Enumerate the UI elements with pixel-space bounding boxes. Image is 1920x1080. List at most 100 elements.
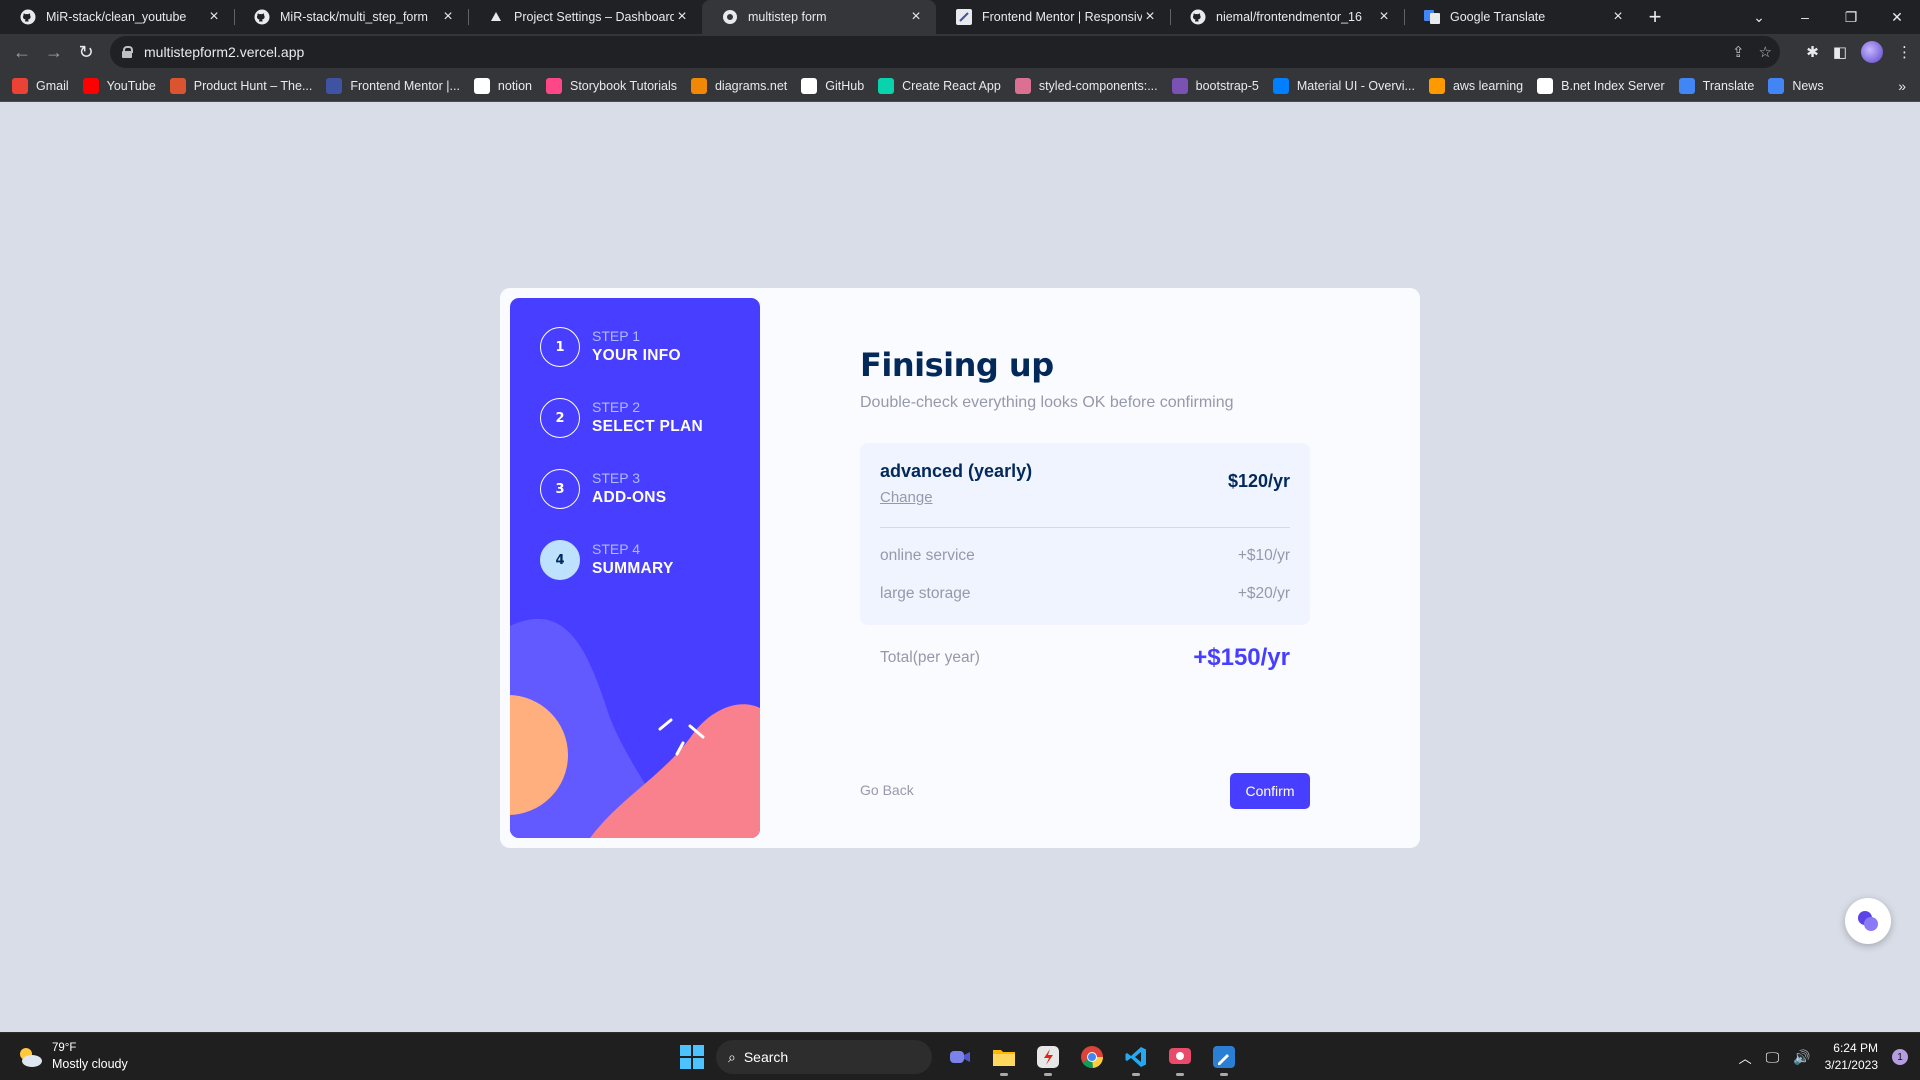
browser-tab[interactable]: niemal/frontendmentor_16 ×	[1170, 0, 1404, 34]
menu-icon[interactable]: ⋮	[1897, 43, 1912, 61]
step-1[interactable]: 1 STEP 1 YOUR INFO	[540, 327, 681, 367]
tab-search-icon[interactable]: ⌄	[1736, 9, 1782, 26]
close-icon[interactable]: ×	[206, 8, 222, 26]
show-hidden-icons-icon[interactable]: ︿	[1739, 1048, 1752, 1067]
file-explorer-icon[interactable]	[988, 1041, 1020, 1076]
github-icon	[20, 9, 36, 25]
browser-tab[interactable]: Frontend Mentor | Responsive in ×	[936, 0, 1170, 34]
close-icon[interactable]: ×	[674, 8, 690, 26]
bookmark-favicon-icon	[326, 77, 343, 94]
bookmark-item[interactable]: aws learning	[1428, 77, 1524, 94]
back-icon[interactable]: ←	[6, 42, 38, 63]
bookmark-item[interactable]: Gmail	[12, 77, 69, 94]
step-2[interactable]: 2 STEP 2 SELECT PLAN	[540, 398, 703, 438]
clock-time: 6:24 PM	[1833, 1041, 1878, 1055]
form-card: 1 STEP 1 YOUR INFO 2 STEP 2 SELECT PLAN …	[500, 288, 1420, 848]
taskbar-search[interactable]: ⌕ Search	[716, 1040, 932, 1074]
close-icon[interactable]: ×	[1142, 8, 1158, 26]
bookmark-item[interactable]: YouTube	[82, 77, 156, 94]
address-bar[interactable]: multistepform2.vercel.app ⇪ ☆	[110, 36, 1780, 68]
bookmark-label: aws learning	[1452, 78, 1524, 93]
close-icon[interactable]: ×	[1376, 8, 1392, 26]
bookmark-item[interactable]: B.net Index Server	[1537, 77, 1665, 94]
floating-extension-button[interactable]	[1845, 898, 1891, 944]
lock-icon[interactable]	[122, 46, 133, 58]
app-red-icon[interactable]	[1032, 1041, 1064, 1076]
bookmarks-bar: Gmail YouTube Product Hunt – The... Fronten…	[0, 70, 1920, 102]
bookmark-item[interactable]: Material UI - Overvi...	[1272, 77, 1415, 94]
share-icon[interactable]: ⇪	[1732, 43, 1745, 61]
network-icon[interactable]: 🖵	[1766, 1049, 1780, 1066]
weather-condition: Mostly cloudy	[52, 1057, 128, 1071]
browser-toolbar: ← → ↻ multistepform2.vercel.app ⇪ ☆ ✱ ◧ …	[0, 34, 1920, 70]
forward-icon[interactable]: →	[38, 42, 70, 63]
bookmark-item[interactable]: Product Hunt – The...	[169, 77, 312, 94]
new-tab-button[interactable]: +	[1638, 0, 1672, 34]
change-plan-link[interactable]: Change	[880, 489, 933, 506]
screen-recorder-icon[interactable]	[1164, 1041, 1196, 1076]
volume-icon[interactable]: 🔊	[1793, 1049, 1810, 1066]
profile-avatar[interactable]	[1861, 41, 1883, 63]
step-number: 2	[540, 398, 580, 438]
plan-name: advanced (yearly)	[880, 461, 1033, 481]
bookmark-item[interactable]: Create React App	[878, 77, 1001, 94]
reload-icon[interactable]: ↻	[70, 42, 102, 63]
github-icon	[1190, 9, 1206, 25]
bookmark-favicon-icon	[1428, 77, 1445, 94]
bookmark-item[interactable]: notion	[473, 77, 532, 94]
bookmark-favicon-icon	[12, 77, 28, 94]
side-panel-icon[interactable]: ◧	[1833, 43, 1847, 61]
chrome-icon[interactable]	[1076, 1041, 1108, 1073]
browser-tab-bar: MiR-stack/clean_youtube × MiR-stack/mult…	[0, 0, 1920, 34]
total-row: Total(per year) +$150/yr	[880, 644, 1290, 672]
more-bookmarks-icon[interactable]: »	[1898, 70, 1906, 102]
bookmark-item[interactable]: styled-components:...	[1014, 77, 1158, 94]
step-4-active[interactable]: 4 STEP 4 SUMMARY	[540, 540, 674, 580]
bookmark-favicon-icon	[169, 77, 186, 94]
bookmark-item[interactable]: bootstrap-5	[1171, 77, 1259, 94]
teams-chat-icon[interactable]	[944, 1041, 976, 1073]
weather-widget[interactable]: 79°F Mostly cloudy	[16, 1041, 128, 1072]
restore-icon[interactable]: ❐	[1828, 9, 1874, 26]
divider	[880, 527, 1290, 528]
bookmark-item[interactable]: GitHub	[801, 77, 864, 94]
bookmark-label: diagrams.net	[714, 78, 788, 93]
notification-badge[interactable]: 1	[1892, 1049, 1908, 1065]
plan-price: $120/yr	[1227, 471, 1290, 491]
vscode-icon[interactable]	[1120, 1041, 1152, 1076]
tab-title: Google Translate	[1450, 10, 1546, 24]
step-title: SUMMARY	[592, 560, 674, 577]
go-back-button[interactable]: Go Back	[860, 782, 914, 798]
bookmark-star-icon[interactable]: ☆	[1759, 43, 1772, 61]
extensions-icon[interactable]: ✱	[1806, 43, 1819, 61]
paint-app-icon[interactable]	[1208, 1041, 1240, 1076]
close-icon[interactable]: ×	[1610, 8, 1626, 26]
bookmark-item[interactable]: News	[1768, 77, 1824, 94]
globe-icon	[722, 9, 738, 25]
close-icon[interactable]: ×	[440, 8, 456, 26]
bookmark-item[interactable]: Frontend Mentor |...	[326, 77, 460, 94]
confirm-button[interactable]: Confirm	[1230, 773, 1310, 809]
browser-tab-active[interactable]: multistep form ×	[702, 0, 936, 34]
bookmark-favicon-icon	[82, 77, 99, 94]
browser-tab[interactable]: MiR-stack/multi_step_form ×	[234, 0, 468, 34]
window-close-icon[interactable]: ✕	[1874, 9, 1920, 26]
bookmark-item[interactable]: Storybook Tutorials	[545, 77, 677, 94]
bookmark-label: Create React App	[902, 78, 1001, 93]
close-icon[interactable]: ×	[908, 8, 924, 26]
step-number: 4	[540, 540, 580, 580]
bookmark-item[interactable]: diagrams.net	[690, 77, 788, 94]
step-3[interactable]: 3 STEP 3 ADD-ONS	[540, 469, 666, 509]
step-label: STEP 4	[592, 541, 640, 557]
browser-tab[interactable]: Project Settings – Dashboard – V ×	[468, 0, 702, 34]
clock[interactable]: 6:24 PM 3/21/2023	[1825, 1040, 1878, 1074]
step-title: ADD-ONS	[592, 489, 667, 506]
browser-tab[interactable]: MiR-stack/clean_youtube ×	[0, 0, 234, 34]
bookmark-favicon-icon	[1014, 77, 1031, 94]
browser-tab[interactable]: Google Translate ×	[1404, 0, 1638, 34]
step-label: STEP 1	[592, 328, 640, 344]
url-text[interactable]: multistepform2.vercel.app	[144, 44, 304, 60]
windows-start-icon[interactable]	[680, 1045, 704, 1069]
minimize-icon[interactable]: –	[1782, 9, 1828, 25]
bookmark-item[interactable]: Translate	[1678, 77, 1754, 94]
